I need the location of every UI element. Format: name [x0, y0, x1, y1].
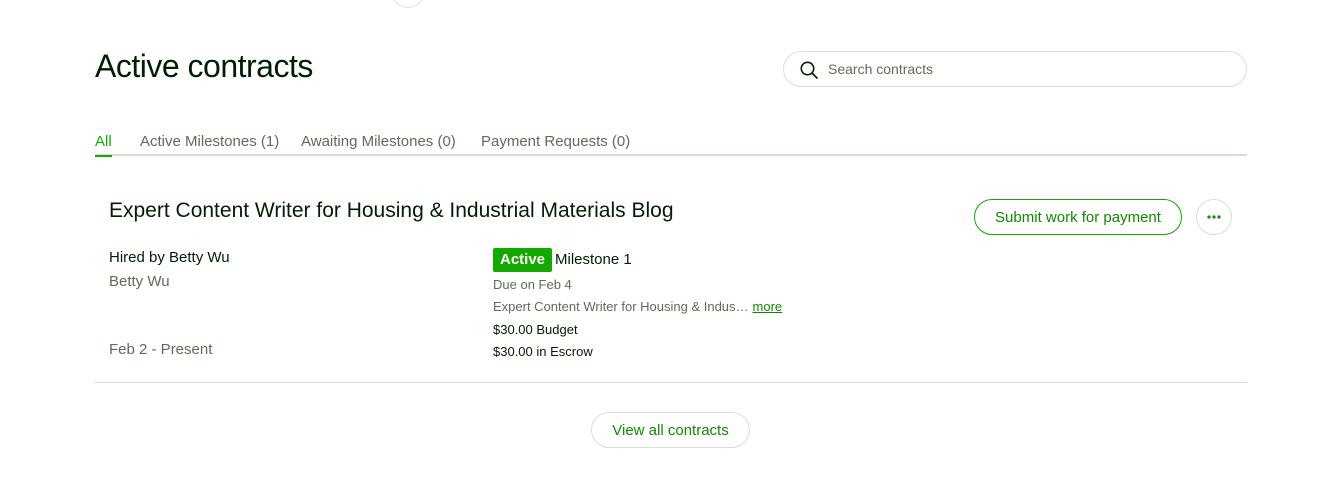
- milestone-budget: $30.00 Budget: [493, 322, 578, 337]
- contract-title[interactable]: Expert Content Writer for Housing & Indu…: [109, 199, 674, 223]
- milestone-description: Expert Content Writer for Housing & Indu…: [493, 299, 782, 314]
- tab-active-milestones[interactable]: Active Milestones (1): [140, 133, 279, 156]
- contract-tabs: All Active Milestones (1) Awaiting Miles…: [95, 130, 1247, 157]
- more-options-button[interactable]: [1196, 199, 1232, 235]
- milestone-description-text: Expert Content Writer for Housing & Indu…: [493, 299, 749, 314]
- milestone-name: Milestone 1: [555, 251, 632, 268]
- page-title: Active contracts: [95, 48, 313, 84]
- ellipsis-icon: [1207, 215, 1221, 219]
- contracts-page: Active contracts All Active Milestones (…: [0, 0, 1330, 491]
- scroll-control[interactable]: [391, 0, 425, 8]
- milestone-due-date: Due on Feb 4: [493, 277, 572, 292]
- status-badge: Active: [493, 248, 553, 272]
- milestone-escrow: $30.00 in Escrow: [493, 344, 593, 359]
- client-name: Betty Wu: [109, 273, 170, 290]
- search-box[interactable]: [783, 51, 1247, 87]
- tab-all[interactable]: All: [95, 133, 112, 157]
- hired-by-label: Hired by Betty Wu: [109, 249, 230, 266]
- contract-date-range: Feb 2 - Present: [109, 341, 213, 358]
- tab-awaiting-milestones[interactable]: Awaiting Milestones (0): [301, 133, 456, 156]
- search-input[interactable]: [828, 52, 1228, 86]
- more-link[interactable]: more: [753, 299, 783, 314]
- submit-work-button[interactable]: Submit work for payment: [974, 199, 1182, 235]
- tab-payment-requests[interactable]: Payment Requests (0): [481, 133, 630, 156]
- divider: [95, 382, 1247, 383]
- search-icon: [800, 61, 818, 79]
- view-all-contracts-button[interactable]: View all contracts: [591, 412, 750, 448]
